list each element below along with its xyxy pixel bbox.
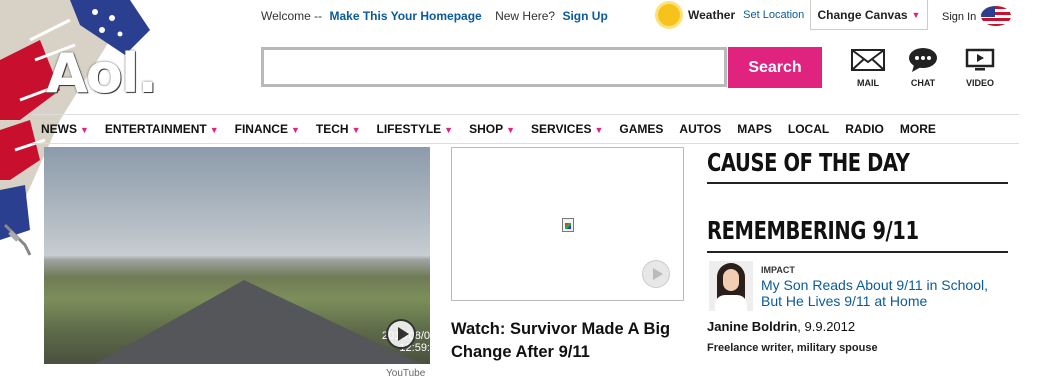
nav-radio[interactable]: RADIO [845, 122, 884, 136]
mail-label: MAIL [857, 78, 879, 88]
nav-more[interactable]: MORE [900, 122, 936, 136]
change-canvas-button[interactable]: Change Canvas ▼ [810, 0, 928, 30]
nav-finance[interactable]: FINANCE ▼ [235, 122, 300, 136]
cause-of-the-day-heading: CAUSE OF THE DAY [707, 148, 910, 177]
sign-in-link[interactable]: Sign In [942, 11, 976, 23]
chevron-down-icon: ▼ [80, 125, 89, 135]
search-input[interactable] [261, 47, 727, 87]
chevron-down-icon: ▼ [444, 125, 454, 135]
weather-widget[interactable]: Weather Set Location [658, 4, 804, 26]
author-avatar[interactable] [709, 261, 753, 311]
nav-local[interactable]: LOCAL [788, 122, 829, 136]
sun-icon [658, 4, 680, 26]
video-source: YouTube [386, 368, 426, 379]
mail-button[interactable]: MAIL [848, 48, 888, 88]
video-frame-road [84, 280, 430, 364]
nav-tech[interactable]: TECH ▼ [316, 122, 361, 136]
nav-autos[interactable]: AUTOS [679, 122, 721, 136]
divider [707, 182, 1008, 184]
nav-shop[interactable]: SHOP ▼ [469, 122, 515, 136]
weather-label: Weather [688, 8, 736, 22]
story-link[interactable]: My Son Reads About 9/11 in School, But H… [761, 277, 1011, 309]
chevron-down-icon: ▼ [594, 125, 604, 135]
broken-image-icon [562, 218, 574, 232]
us-flag-icon[interactable] [981, 6, 1011, 26]
main-nav: NEWS ▼ ENTERTAINMENT ▼ FINANCE ▼ TECH ▼ LIFE… [32, 114, 1019, 144]
video-label: VIDEO [965, 78, 994, 88]
chevron-down-icon: ▼ [351, 125, 361, 135]
set-location-link[interactable]: Set Location [743, 9, 804, 21]
feature-thumbnail[interactable] [451, 147, 684, 301]
play-icon[interactable] [642, 260, 670, 288]
nav-news[interactable]: NEWS ▼ [41, 122, 89, 136]
aol-logo[interactable]: Aol. [46, 42, 158, 105]
chat-icon [903, 48, 943, 72]
feature-headline[interactable]: Watch: Survivor Made A Big Change After … [451, 318, 691, 364]
video-button[interactable]: VIDEO [960, 48, 1000, 88]
welcome-text: Welcome -- [261, 9, 323, 23]
video-icon [960, 48, 1000, 72]
nav-entertainment[interactable]: ENTERTAINMENT ▼ [105, 122, 219, 136]
mail-icon [848, 48, 888, 72]
chevron-down-icon: ▼ [911, 9, 921, 20]
make-homepage-link[interactable]: Make This Your Homepage [329, 9, 481, 23]
divider [707, 251, 1008, 253]
remembering-heading: REMEMBERING 9/11 [707, 216, 919, 245]
nav-services[interactable]: SERVICES ▼ [531, 122, 603, 136]
story-category: IMPACT [761, 265, 795, 275]
new-here-text: New Here? [495, 9, 556, 23]
search-button[interactable]: Search [728, 47, 822, 88]
nav-games[interactable]: GAMES [619, 122, 663, 136]
chevron-down-icon: ▼ [209, 125, 219, 135]
chevron-down-icon: ▼ [506, 125, 516, 135]
signup-link[interactable]: Sign Up [562, 9, 607, 23]
nav-maps[interactable]: MAPS [737, 122, 772, 136]
author-byline: Janine Boldrin, 9.9.2012 [707, 319, 856, 334]
author-role: Freelance writer, military spouse [707, 342, 878, 354]
welcome-bar: Welcome -- Make This Your Homepage New H… [261, 9, 612, 23]
play-icon[interactable] [386, 319, 416, 349]
featured-video[interactable]: 2011/08/0 12:59: [44, 147, 430, 364]
change-canvas-label: Change Canvas [817, 7, 908, 22]
chat-label: CHAT [910, 78, 936, 88]
chevron-down-icon: ▼ [290, 125, 300, 135]
chat-button[interactable]: CHAT [903, 48, 943, 88]
nav-lifestyle[interactable]: LIFESTYLE ▼ [376, 122, 453, 136]
